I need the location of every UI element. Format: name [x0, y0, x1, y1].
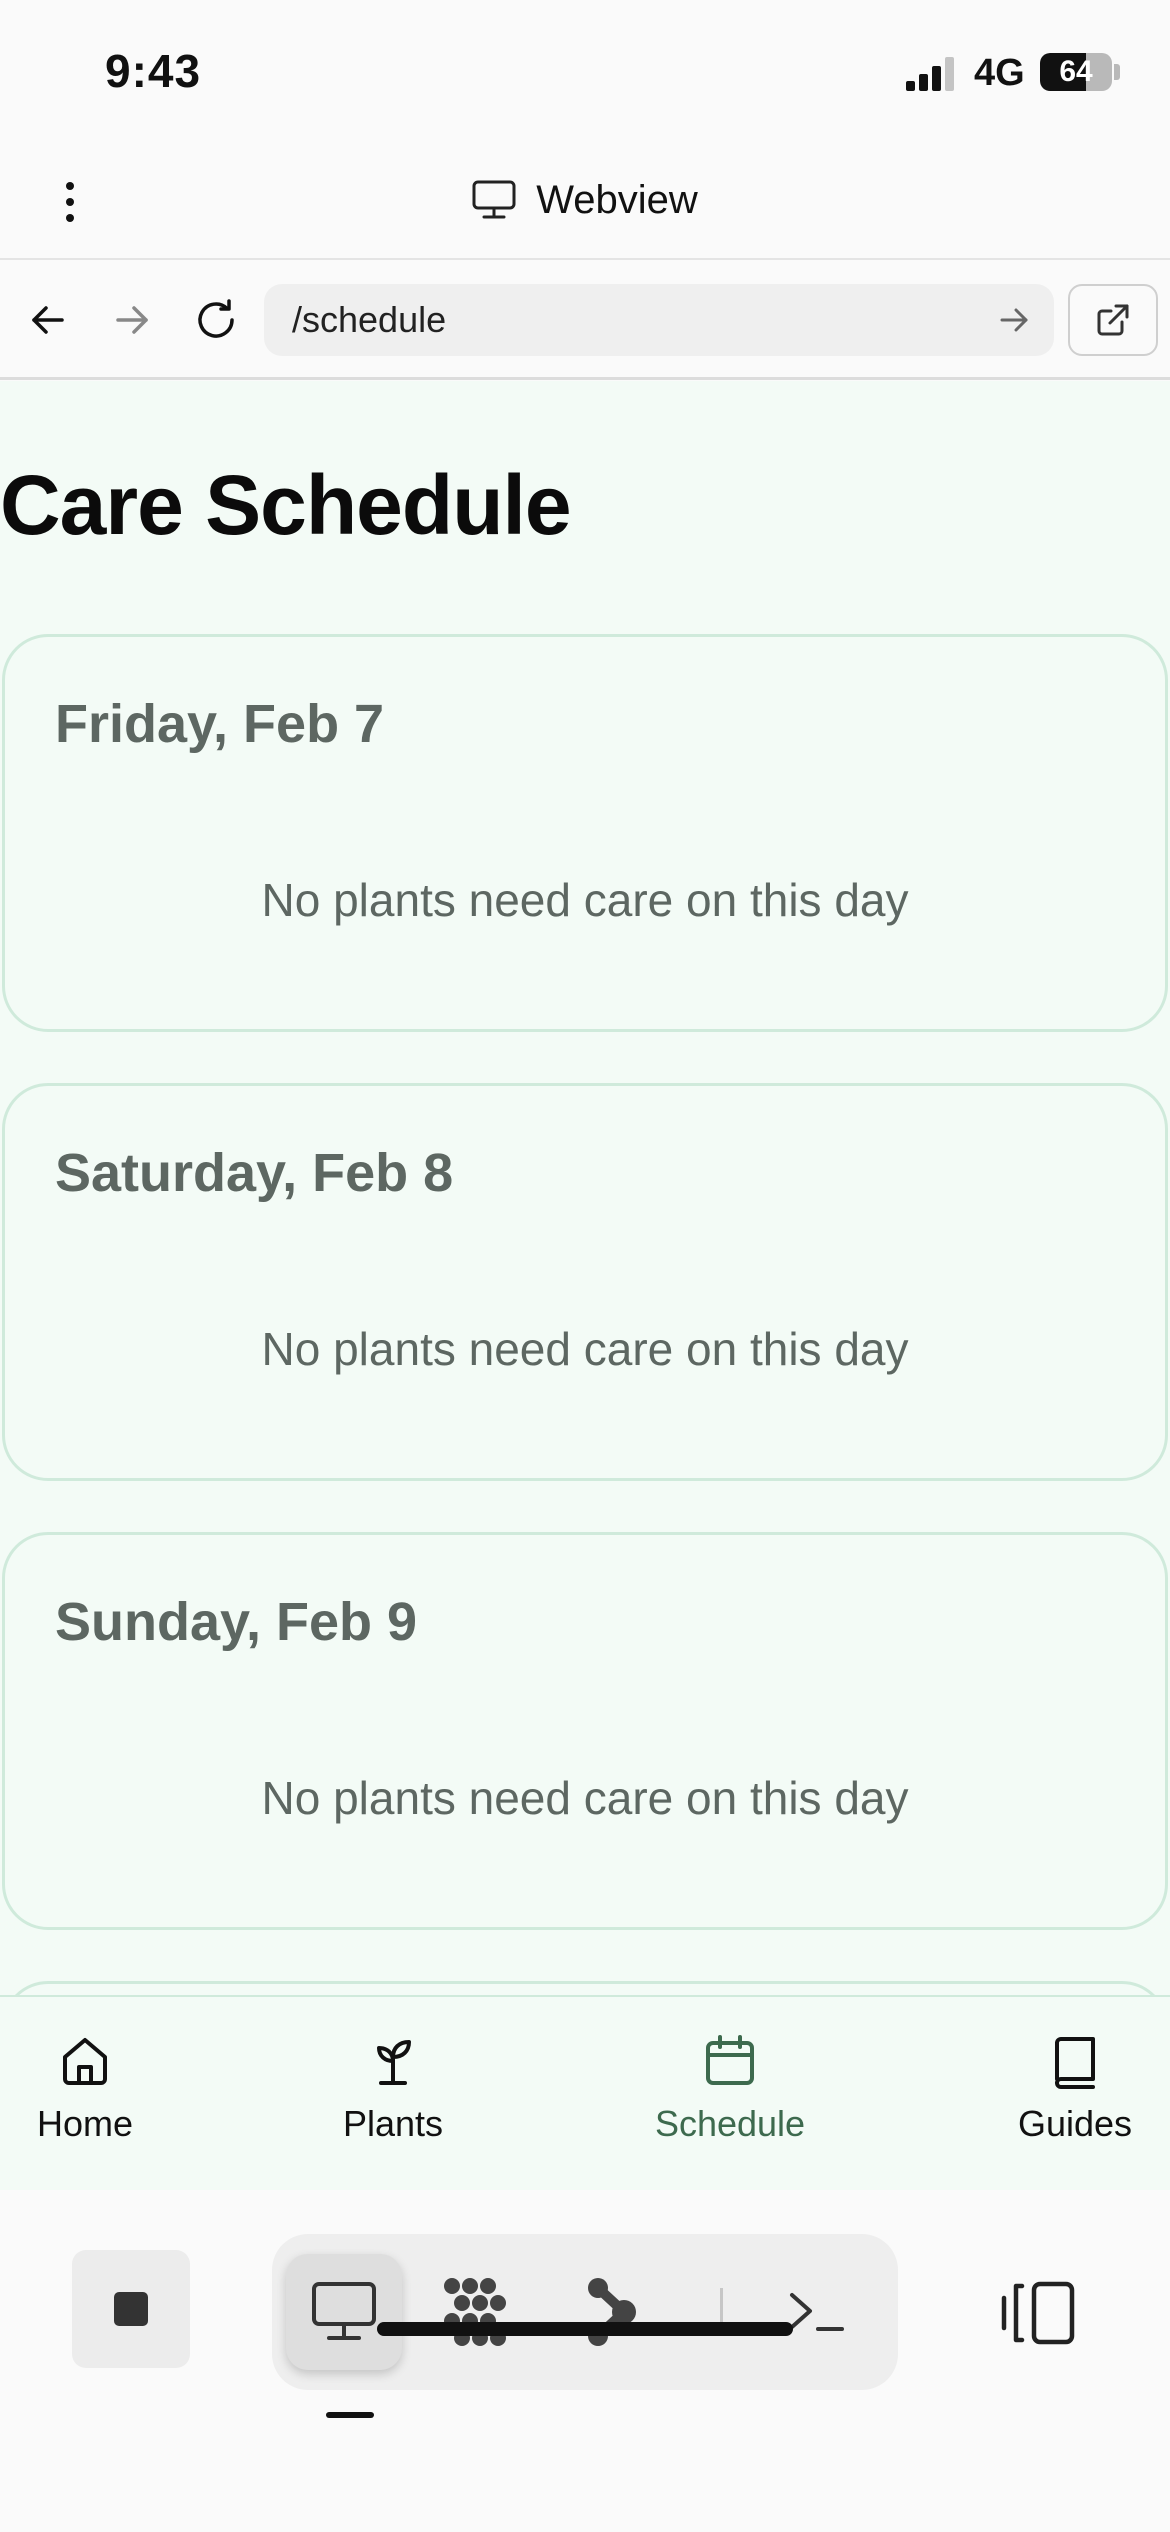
empty-message: No plants need care on this day [261, 1772, 909, 1824]
branch-icon [588, 2278, 636, 2346]
book-icon [1055, 2037, 1095, 2089]
terminal-icon [790, 2293, 844, 2331]
empty-message: No plants need care on this day [261, 1323, 909, 1375]
battery-icon: 64 [1040, 53, 1112, 91]
graph-tool-button[interactable] [554, 2254, 670, 2370]
cellular-signal-icon [906, 57, 954, 91]
status-time: 9:43 [105, 45, 202, 97]
reload-button[interactable] [188, 292, 244, 348]
webview-title: Webview [536, 177, 698, 222]
tab-plants[interactable]: Plants [333, 1997, 453, 2192]
tool-dock [0, 2190, 1170, 2532]
tab-label: Plants [342, 2103, 444, 2144]
arrow-right-icon [116, 306, 148, 334]
app-screen: 9:43 4G 64 Webview /schedule Care Schedu… [0, 0, 1170, 2532]
active-tool-indicator [326, 2412, 374, 2418]
webview-title-group: Webview [0, 140, 1170, 260]
back-button[interactable] [20, 292, 76, 348]
tab-schedule[interactable]: Schedule [640, 1997, 820, 2192]
dots-grid-icon [444, 2278, 506, 2346]
url-field[interactable]: /schedule [264, 284, 1054, 356]
day-card: Friday, Feb 7 No plants need care on thi… [2, 634, 1168, 1032]
battery-nub [1114, 64, 1120, 80]
bottom-tab-bar: Home Plants Schedule Guides [0, 1995, 1170, 2190]
stop-icon [114, 2292, 148, 2326]
home-indicator [377, 2322, 793, 2336]
calendar-icon [706, 2035, 754, 2085]
status-bar: 9:43 4G 64 [0, 0, 1170, 140]
monitor-icon [312, 2282, 376, 2340]
arrow-left-icon [32, 306, 64, 334]
network-type: 4G [974, 52, 1025, 94]
day-card: Saturday, Feb 8 No plants need care on t… [2, 1083, 1168, 1481]
webview-header: Webview [0, 140, 1170, 260]
address-bar: /schedule [0, 262, 1170, 380]
reload-icon [198, 299, 234, 338]
page-content: Care Schedule Friday, Feb 7 No plants ne… [0, 381, 1170, 1995]
tab-label: Home [36, 2103, 134, 2144]
day-date: Saturday, Feb 8 [55, 1143, 454, 1203]
day-card: Sunday, Feb 9 No plants need care on thi… [2, 1532, 1168, 1930]
stop-button[interactable] [72, 2250, 190, 2368]
url-text: /schedule [292, 299, 447, 340]
more-options-icon[interactable] [50, 178, 90, 226]
page-title: Care Schedule [0, 458, 572, 552]
external-link-icon [1097, 304, 1129, 336]
tab-guides[interactable]: Guides [1010, 1997, 1140, 2192]
open-external-button[interactable] [1068, 284, 1158, 356]
forward-button[interactable] [104, 292, 160, 348]
sprout-icon [377, 2040, 411, 2085]
tab-label: Guides [1017, 2103, 1133, 2144]
monitor-icon [472, 180, 516, 219]
tool-group [272, 2234, 898, 2390]
split-view-icon[interactable] [1000, 2280, 1076, 2346]
empty-message: No plants need care on this day [261, 874, 909, 926]
go-arrow-icon[interactable] [994, 300, 1034, 340]
webview-tool-button[interactable] [286, 2254, 402, 2370]
day-date: Sunday, Feb 9 [55, 1592, 418, 1652]
battery-percentage: 64 [1059, 55, 1093, 88]
apps-tool-button[interactable] [420, 2254, 536, 2370]
day-date: Friday, Feb 7 [55, 694, 385, 754]
home-icon [63, 2038, 107, 2085]
tab-label: Schedule [654, 2103, 806, 2144]
terminal-tool-button[interactable] [758, 2254, 874, 2370]
day-card-partial [2, 1981, 1168, 1995]
tab-home[interactable]: Home [25, 1997, 145, 2192]
